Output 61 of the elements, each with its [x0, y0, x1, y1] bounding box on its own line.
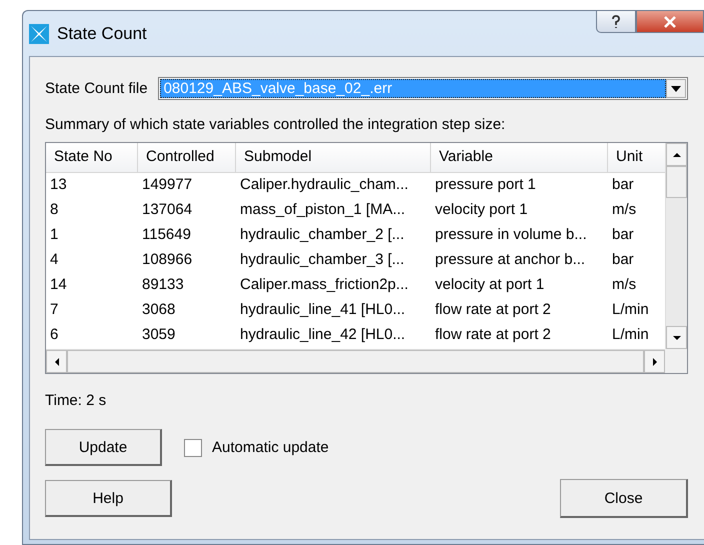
- window-title: State Count: [57, 24, 147, 44]
- file-label: State Count file: [45, 80, 148, 97]
- help-button[interactable]: Help: [45, 480, 172, 517]
- table-cell-text: pressure at anchor b...: [434, 250, 586, 270]
- table-cell-text: pressure port 1: [434, 175, 537, 195]
- close-button[interactable]: Close: [560, 479, 688, 518]
- app-icon: [29, 24, 49, 44]
- table-cell-text: 8: [49, 200, 60, 220]
- update-button[interactable]: Update: [45, 429, 162, 466]
- table-cell-text: hydraulic_chamber_3 [...: [239, 250, 406, 270]
- time-text: Time: 2 s: [45, 392, 108, 409]
- summary-text: Summary of which state variables controlled the integration step size:: [45, 116, 506, 133]
- table-cell-text: 4: [49, 250, 60, 270]
- table-cell-text: velocity at port 1: [434, 275, 546, 295]
- scroll-down-button[interactable]: [666, 326, 687, 349]
- scroll-up-button[interactable]: [666, 143, 687, 166]
- scroll-thumb[interactable]: [666, 166, 687, 198]
- column-header[interactable]: State No: [46, 143, 138, 173]
- close-icon: [663, 16, 677, 28]
- table-cell-text: hydraulic_line_42 [HL0...: [239, 325, 406, 345]
- table-cell-text: 14: [49, 275, 68, 295]
- table-cell-text: L/min: [611, 300, 650, 320]
- table-cell-text: 6: [49, 325, 60, 345]
- caret-icon: [671, 86, 681, 92]
- table-cell-text: Caliper.hydraulic_cham...: [239, 175, 410, 195]
- table-cell-text: L/min: [611, 325, 650, 345]
- scroll-thumb[interactable]: [67, 350, 644, 373]
- automatic-update-checkbox[interactable]: [184, 438, 202, 456]
- table-cell-text: Caliper.mass_friction2p...: [239, 275, 410, 295]
- table-cell-text: velocity port 1: [434, 200, 529, 220]
- table-cell-text: 3068: [141, 300, 176, 320]
- table-cell-text: 115649: [141, 225, 192, 245]
- table-cell-text: 7: [49, 300, 60, 320]
- table-cell-text: 3059: [141, 325, 176, 345]
- table-cell-text: m/s: [611, 275, 638, 295]
- close-button[interactable]: [636, 11, 704, 33]
- column-header[interactable]: Controlled: [138, 143, 236, 173]
- table-cell-text: bar: [611, 225, 635, 245]
- table-cell-text: hydraulic_line_41 [HL0...: [239, 300, 406, 320]
- table-cell-text: flow rate at port 2: [434, 300, 552, 320]
- help-button[interactable]: [596, 11, 636, 33]
- table-cell-text: 89133: [141, 275, 185, 295]
- table-cell-text: m/s: [611, 200, 638, 220]
- column-header[interactable]: Submodel: [236, 143, 431, 173]
- table-cell-text: flow rate at port 2: [434, 325, 552, 345]
- table-cell-text: 108966: [141, 250, 194, 270]
- table-cell-text: 1: [49, 225, 60, 245]
- question-icon: [611, 14, 621, 28]
- table-cell-text: pressure in volume b...: [434, 225, 588, 245]
- automatic-update-label: Automatic update: [212, 439, 329, 456]
- column-header[interactable]: Variable: [431, 143, 608, 173]
- scroll-left-button[interactable]: [46, 350, 67, 373]
- table-cell-text: bar: [611, 175, 635, 195]
- dropdown-button[interactable]: [666, 79, 686, 98]
- scroll-right-button[interactable]: [644, 350, 665, 373]
- table-cell-text: 137064: [141, 200, 194, 220]
- table-cell-text: 13: [49, 175, 68, 195]
- table-cell-text: mass_of_piston_1 [MA...: [239, 200, 406, 220]
- table-cell-text: 149977: [141, 175, 194, 195]
- table-cell-text: bar: [611, 250, 635, 270]
- table-cell-text: hydraulic_chamber_2 [...: [239, 225, 406, 245]
